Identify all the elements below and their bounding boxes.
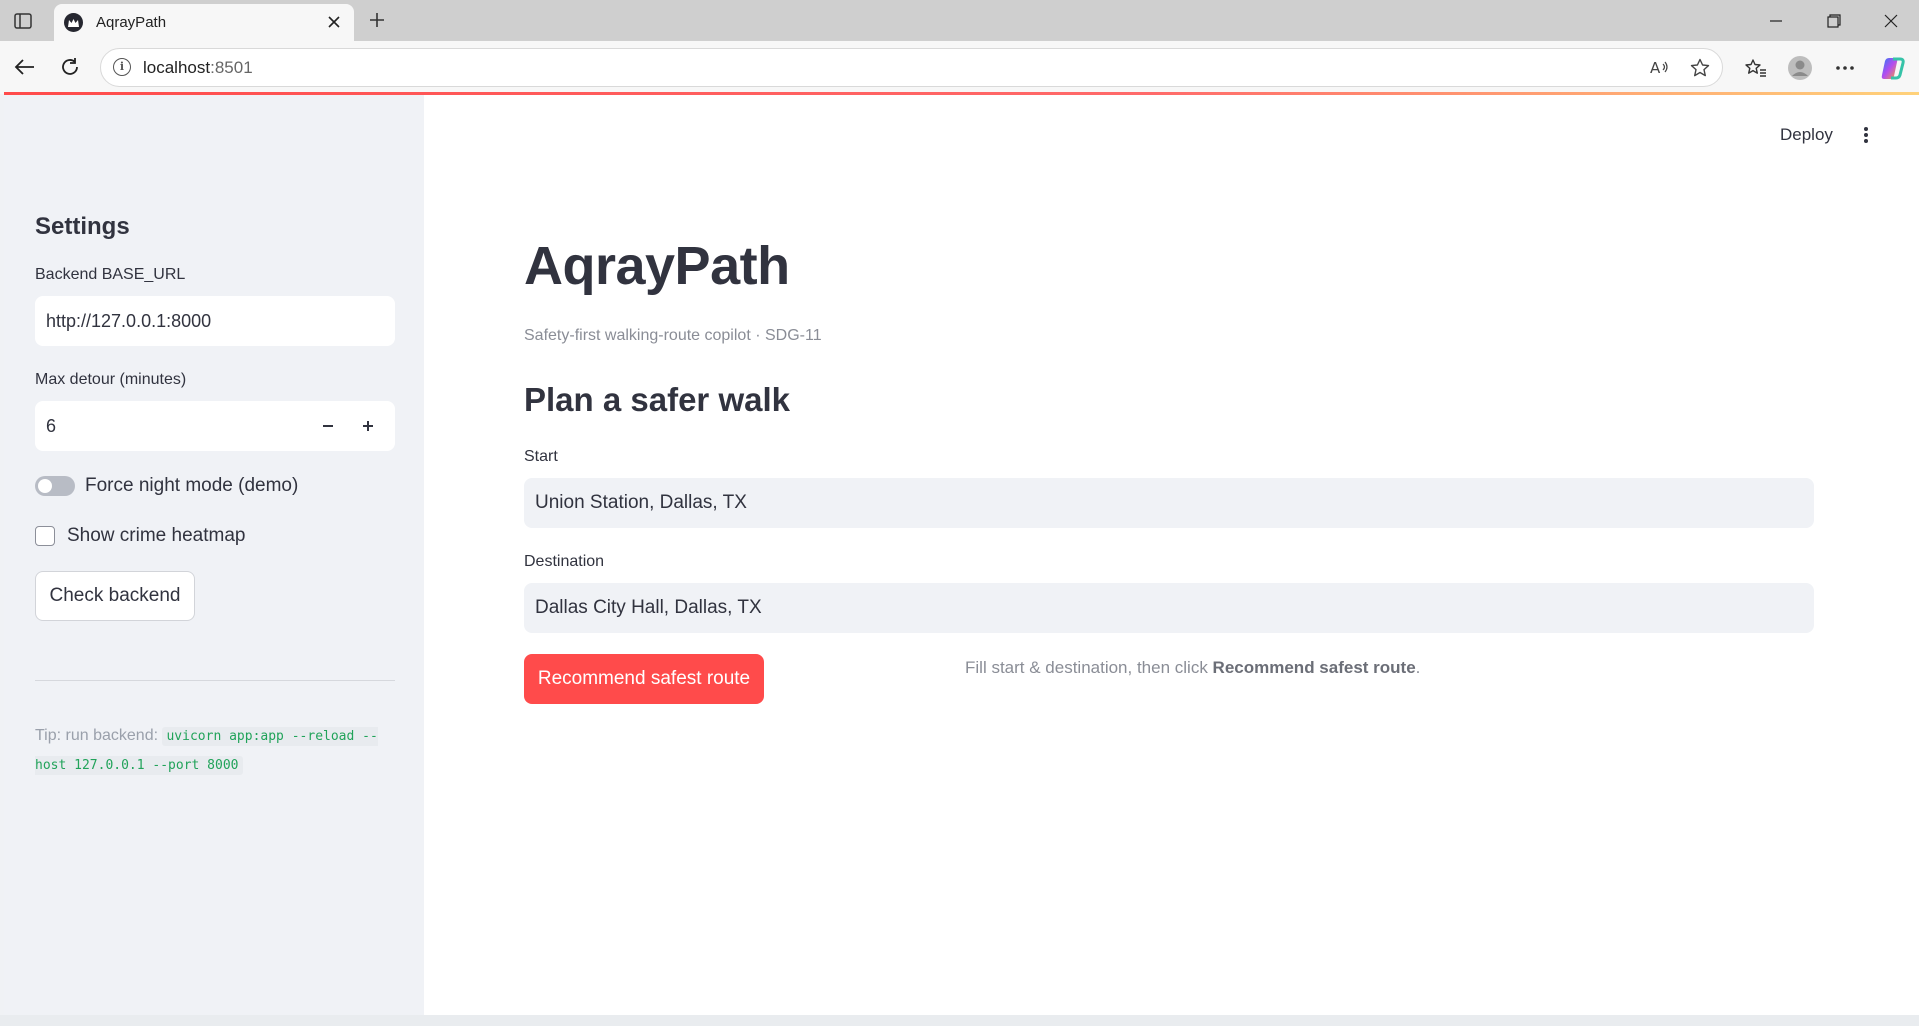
base-url-value: http://127.0.0.1:8000 <box>46 311 212 331</box>
browser-tab-bar: AqrayPath <box>0 0 1919 41</box>
browser-toolbar: i localhost:8501 A <box>0 41 1919 94</box>
profile-avatar-icon[interactable] <box>1786 54 1814 82</box>
svg-text:A: A <box>1650 59 1661 77</box>
main-content: Deploy AqrayPath Safety-first walking-ro… <box>424 95 1919 1015</box>
page-caption: Safety-first walking-route copilot · SDG… <box>524 327 822 344</box>
url-port: :8501 <box>210 58 253 77</box>
sidebar-heading: Settings <box>35 213 130 240</box>
increment-button[interactable] <box>348 401 388 451</box>
more-options-icon[interactable] <box>1831 54 1859 82</box>
toggle-knob <box>38 479 52 493</box>
url-text: localhost:8501 <box>143 58 253 78</box>
refresh-icon[interactable] <box>57 54 83 80</box>
tab-title: AqrayPath <box>96 14 167 31</box>
destination-label: Destination <box>524 553 605 570</box>
night-mode-toggle[interactable] <box>35 476 75 496</box>
tab-actions-icon[interactable] <box>12 10 34 32</box>
tip-prefix: Tip: run backend: <box>35 727 163 744</box>
url-host: localhost <box>143 58 211 77</box>
heatmap-checkbox[interactable] <box>35 526 55 546</box>
start-label: Start <box>524 448 558 465</box>
deploy-button[interactable]: Deploy <box>1780 125 1833 145</box>
favorites-list-icon[interactable] <box>1742 54 1770 82</box>
section-title: Plan a safer walk <box>524 381 790 418</box>
close-window-icon[interactable] <box>1877 8 1905 34</box>
sidebar: Settings Backend BASE_URL http://127.0.0… <box>4 95 424 1015</box>
main-menu-icon[interactable] <box>1856 123 1876 147</box>
decrement-button[interactable] <box>308 401 348 451</box>
max-detour-label: Max detour (minutes) <box>35 371 187 388</box>
favorite-star-icon[interactable] <box>1689 57 1711 79</box>
base-url-input[interactable]: http://127.0.0.1:8000 <box>35 296 395 346</box>
copilot-icon[interactable] <box>1879 54 1907 82</box>
destination-input[interactable]: Dallas City Hall, Dallas, TX <box>524 583 1814 633</box>
night-mode-label: Force night mode (demo) <box>85 475 299 496</box>
instruction-hint: Fill start & destination, then click Rec… <box>965 658 1420 678</box>
window-bottom-edge <box>0 1015 1919 1026</box>
page-title: AqrayPath <box>524 236 790 296</box>
backend-tip: Tip: run backend: uvicorn app:app --relo… <box>35 722 395 780</box>
site-info-icon[interactable]: i <box>113 58 131 76</box>
base-url-label: Backend BASE_URL <box>35 266 186 283</box>
read-aloud-icon[interactable]: A <box>1649 57 1671 79</box>
recommend-route-button[interactable]: Recommend safest route <box>524 654 764 704</box>
restore-icon[interactable] <box>1820 8 1848 34</box>
hint-bold: Recommend safest route <box>1212 658 1416 677</box>
check-backend-button[interactable]: Check backend <box>35 571 195 621</box>
minimize-icon[interactable] <box>1762 8 1790 34</box>
close-tab-icon[interactable] <box>324 12 344 32</box>
back-icon[interactable] <box>12 54 38 80</box>
start-value: Union Station, Dallas, TX <box>535 492 747 513</box>
browser-tab-active[interactable]: AqrayPath <box>54 4 354 41</box>
streamlit-app: Settings Backend BASE_URL http://127.0.0… <box>4 95 1919 1015</box>
max-detour-value: 6 <box>46 416 57 436</box>
new-tab-icon[interactable] <box>366 9 388 31</box>
address-bar[interactable]: i localhost:8501 A <box>100 48 1723 87</box>
sidebar-divider <box>35 680 395 681</box>
hint-suffix: . <box>1415 658 1421 677</box>
destination-value: Dallas City Hall, Dallas, TX <box>535 597 762 618</box>
hint-prefix: Fill start & destination, then click <box>965 658 1213 677</box>
start-input[interactable]: Union Station, Dallas, TX <box>524 478 1814 528</box>
heatmap-label: Show crime heatmap <box>67 525 246 546</box>
streamlit-favicon-icon <box>64 13 83 32</box>
max-detour-stepper[interactable]: 6 <box>35 401 395 451</box>
